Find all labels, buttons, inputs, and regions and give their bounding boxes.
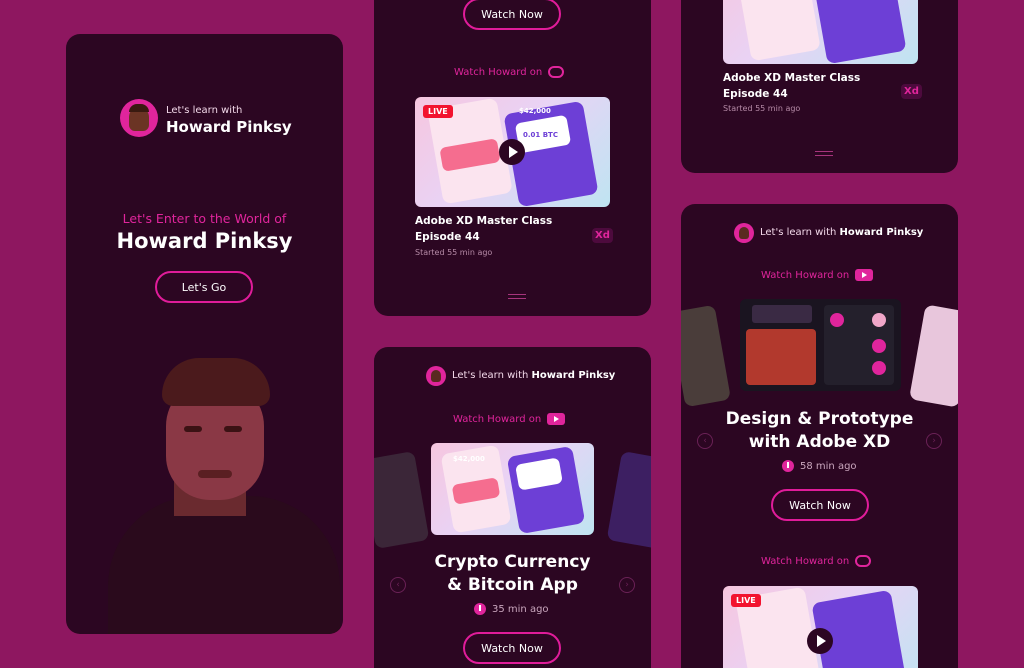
- hero-card: Let's learn with Howard Pinksy Let's Ent…: [66, 34, 343, 634]
- hero-headline: Howard Pinksy: [116, 229, 293, 253]
- learn-name: Howard Pinksy: [531, 370, 616, 381]
- clock-icon: [474, 603, 486, 615]
- watch-howard-on-row: Watch Howard on: [761, 269, 874, 281]
- drag-handle[interactable]: [815, 151, 833, 156]
- duration-row: 35 min ago: [474, 603, 549, 615]
- watch-howard-on-row-2: Watch Howard on: [761, 555, 872, 567]
- watch-howard-label: Watch Howard on: [454, 66, 543, 78]
- carousel-next-arrow[interactable]: ›: [926, 433, 942, 449]
- carousel-preview-right[interactable]: [909, 304, 958, 408]
- carousel-preview-left[interactable]: [374, 450, 430, 550]
- duration-text: 58 min ago: [800, 460, 857, 472]
- hero-name: Howard Pinksy: [166, 118, 292, 136]
- watch-now-button[interactable]: Watch Now: [771, 489, 869, 521]
- carousel-preview-right[interactable]: [606, 450, 651, 550]
- watch-howard-on-row: Watch Howard on: [454, 66, 565, 78]
- play-icon[interactable]: [807, 628, 833, 654]
- learn-name: Howard Pinksy: [839, 227, 924, 238]
- episode-title: Adobe XD Master Class Episode 44: [723, 70, 860, 102]
- watch-now-button-top[interactable]: Watch Now: [463, 0, 561, 30]
- learn-with-row: Let's learn with Howard Pinksy: [452, 370, 615, 381]
- youtube-icon[interactable]: [855, 269, 874, 281]
- course-title-line2: & Bitcoin App: [447, 575, 578, 595]
- course-title: Crypto Currency & Bitcoin App: [374, 551, 651, 597]
- duration-row: 58 min ago: [782, 460, 857, 472]
- hero-tagline: Let's Enter to the World of: [122, 211, 287, 226]
- adobe-xd-icon: Xd: [901, 84, 922, 99]
- episode-title-line2: Episode 44: [723, 88, 788, 100]
- course-title-line2: with Adobe XD: [748, 432, 891, 452]
- drag-handle[interactable]: [508, 294, 526, 299]
- episode-started: Started 55 min ago: [723, 104, 801, 113]
- learn-prefix: Let's learn with: [452, 370, 529, 381]
- adobe-xd-icon: Xd: [592, 228, 613, 243]
- play-icon[interactable]: [499, 139, 525, 165]
- episode-started: Started 55 min ago: [415, 248, 493, 257]
- episode-title-line1: Adobe XD Master Class: [723, 72, 861, 84]
- carousel-prev-arrow[interactable]: ‹: [390, 577, 406, 593]
- learn-prefix: Let's learn with: [760, 227, 837, 238]
- watch-howard-label-2: Watch Howard on: [761, 555, 850, 567]
- thumb-btc: 0.01 BTC: [523, 131, 558, 139]
- live-badge: LIVE: [731, 594, 761, 607]
- episode-card-right-top: Adobe XD Master Class Episode 44 Xd Star…: [681, 0, 958, 173]
- creative-cloud-icon[interactable]: [548, 66, 565, 78]
- thumb-price: $42,000: [453, 455, 485, 463]
- carousel-preview-left[interactable]: [681, 304, 731, 408]
- carousel-prev-arrow[interactable]: ‹: [697, 433, 713, 449]
- presenter-photo: [106, 346, 343, 634]
- hero-avatar: [120, 99, 158, 137]
- avatar: [734, 223, 754, 243]
- episode-thumbnail[interactable]: [740, 299, 901, 391]
- episode-title: Adobe XD Master Class Episode 44: [415, 213, 552, 245]
- watch-howard-on-row: Watch Howard on: [453, 413, 566, 425]
- hero-learn-prefix: Let's learn with: [166, 105, 243, 116]
- episode-title-line1: Adobe XD Master Class: [415, 215, 553, 227]
- episode-thumbnail[interactable]: $42,000: [431, 443, 594, 535]
- live-badge: LIVE: [423, 105, 453, 118]
- episode-card-middle-top: Watch Now Watch Howard on $42,000 0.01 B…: [374, 0, 651, 316]
- youtube-icon[interactable]: [547, 413, 566, 425]
- watch-now-button[interactable]: Watch Now: [463, 632, 561, 664]
- avatar: [426, 366, 446, 386]
- learn-with-row: Let's learn with Howard Pinksy: [760, 227, 923, 238]
- episode-thumbnail[interactable]: [723, 0, 918, 64]
- episode-title-line2: Episode 44: [415, 231, 480, 243]
- duration-text: 35 min ago: [492, 603, 549, 615]
- lets-go-button[interactable]: Let's Go: [155, 271, 253, 303]
- watch-howard-label: Watch Howard on: [761, 269, 850, 281]
- episode-card-middle-bottom: Let's learn with Howard Pinksy Watch How…: [374, 347, 651, 668]
- carousel-next-arrow[interactable]: ›: [619, 577, 635, 593]
- watch-howard-label: Watch Howard on: [453, 413, 542, 425]
- episode-card-right-bottom: Let's learn with Howard Pinksy Watch How…: [681, 204, 958, 668]
- thumb-price: $42,000: [519, 107, 551, 115]
- creative-cloud-icon[interactable]: [855, 555, 872, 567]
- course-title: Design & Prototype with Adobe XD: [681, 408, 958, 454]
- clock-icon: [782, 460, 794, 472]
- course-title-line1: Crypto Currency: [434, 552, 591, 572]
- course-title-line1: Design & Prototype: [725, 409, 914, 429]
